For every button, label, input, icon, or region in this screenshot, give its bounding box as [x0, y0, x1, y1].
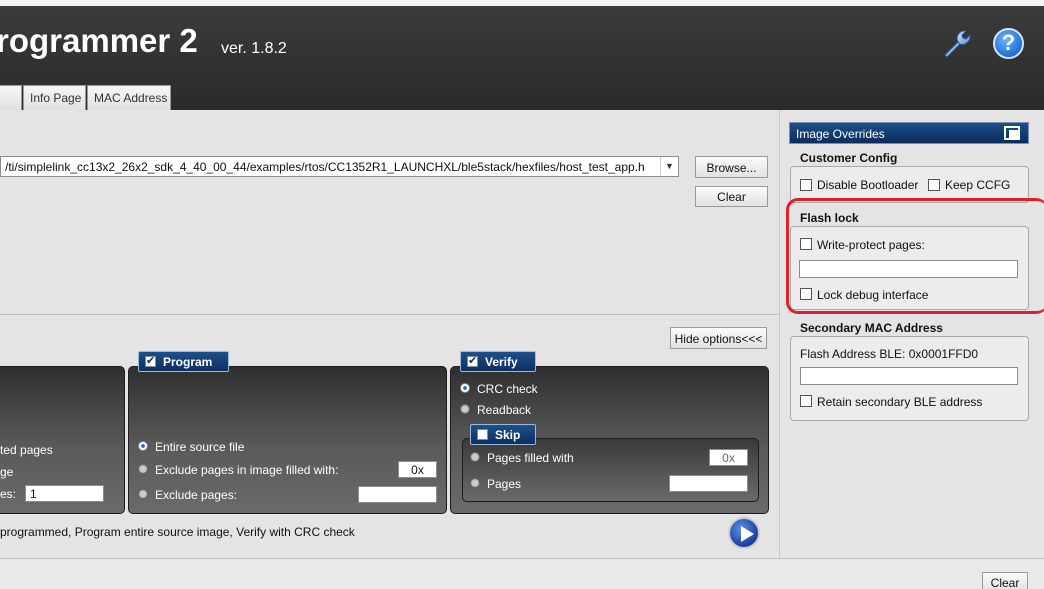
exclude-filled-label: Exclude pages in image filled with:	[155, 463, 339, 477]
secondary-mac-title: Secondary MAC Address	[800, 321, 943, 335]
window-restore-icon[interactable]	[1004, 126, 1020, 140]
log-area	[0, 558, 1044, 589]
wrench-icon[interactable]	[941, 27, 973, 59]
erase-pages-input[interactable]: 1	[25, 485, 104, 502]
entire-source-radio[interactable]	[138, 441, 148, 451]
browse-button[interactable]: Browse...	[695, 156, 768, 178]
source-file-combobox[interactable]: /ti/simplelink_cc13x2_26x2_sdk_4_40_00_4…	[0, 156, 679, 177]
erase-option-3[interactable]: es:	[0, 487, 16, 501]
skip-pages-label: Pages	[487, 477, 522, 491]
log-clear-button[interactable]: Clear	[982, 572, 1028, 589]
exclude-pages-label: Exclude pages:	[155, 488, 238, 502]
program-group-title[interactable]: Program	[138, 351, 229, 372]
skip-checkbox[interactable]	[477, 429, 488, 440]
skip-pages-radio[interactable]	[470, 478, 480, 488]
exclude-filled-radio[interactable]	[138, 464, 148, 474]
hide-options-button[interactable]: Hide options<<<	[670, 327, 767, 349]
readback-label: Readback	[477, 403, 532, 417]
verify-title-label: Verify	[485, 355, 518, 369]
exclude-pages-input[interactable]	[358, 486, 437, 503]
skip-group-title[interactable]: Skip	[470, 424, 536, 445]
image-overrides-title: Image Overrides	[796, 127, 885, 141]
readback-radio[interactable]	[460, 404, 470, 414]
retain-secondary-checkbox[interactable]	[800, 395, 812, 407]
flash-lock-highlight	[786, 198, 1044, 314]
tab-mac-address[interactable]: MAC Address	[87, 85, 171, 110]
keep-ccfg-label: Keep CCFG	[945, 178, 1011, 192]
source-clear-button[interactable]: Clear	[695, 186, 768, 207]
program-checkbox[interactable]	[145, 354, 156, 367]
disable-bootloader-checkbox[interactable]	[800, 179, 812, 191]
disable-bootloader-label: Disable Bootloader	[817, 178, 919, 192]
flash-address-label: Flash Address BLE: 0x0001FFD0	[800, 347, 979, 361]
exclude-pages-radio[interactable]	[138, 489, 148, 499]
tab-info-page[interactable]: Info Page	[23, 85, 86, 110]
skip-filled-input[interactable]: 0x	[709, 449, 748, 466]
verify-checkbox[interactable]	[467, 354, 478, 367]
secondary-mac-input[interactable]	[800, 367, 1018, 385]
verify-group-title[interactable]: Verify	[460, 351, 536, 372]
source-panel	[0, 110, 779, 315]
skip-filled-radio[interactable]	[470, 452, 480, 462]
app-title: rogrammer 2	[0, 22, 198, 59]
retain-secondary-label: Retain secondary BLE address	[817, 395, 983, 409]
tab-first[interactable]	[0, 85, 22, 110]
help-icon[interactable]: ?	[993, 28, 1024, 59]
keep-ccfg-checkbox[interactable]	[928, 179, 940, 191]
app-version: ver. 1.8.2	[221, 40, 287, 57]
options-summary: programmed, Program entire source image,…	[0, 525, 355, 539]
image-overrides-header: Image Overrides	[789, 122, 1029, 144]
customer-config-title: Customer Config	[800, 151, 898, 165]
erase-option-1[interactable]: ted pages	[0, 443, 53, 457]
erase-option-2[interactable]: ge	[0, 465, 13, 479]
crc-check-label: CRC check	[477, 382, 538, 396]
exclude-filled-input[interactable]: 0x	[398, 461, 437, 478]
source-file-path: /ti/simplelink_cc13x2_26x2_sdk_4_40_00_4…	[5, 160, 645, 174]
entire-source-label: Entire source file	[155, 440, 245, 454]
chevron-down-icon[interactable]: ▼	[660, 157, 678, 176]
crc-check-radio[interactable]	[460, 383, 470, 393]
skip-pages-input[interactable]	[669, 475, 748, 492]
skip-title-label: Skip	[495, 428, 521, 442]
program-title-label: Program	[163, 355, 213, 369]
play-icon[interactable]	[728, 517, 760, 549]
skip-filled-label: Pages filled with	[487, 451, 574, 465]
skip-group	[462, 438, 759, 502]
